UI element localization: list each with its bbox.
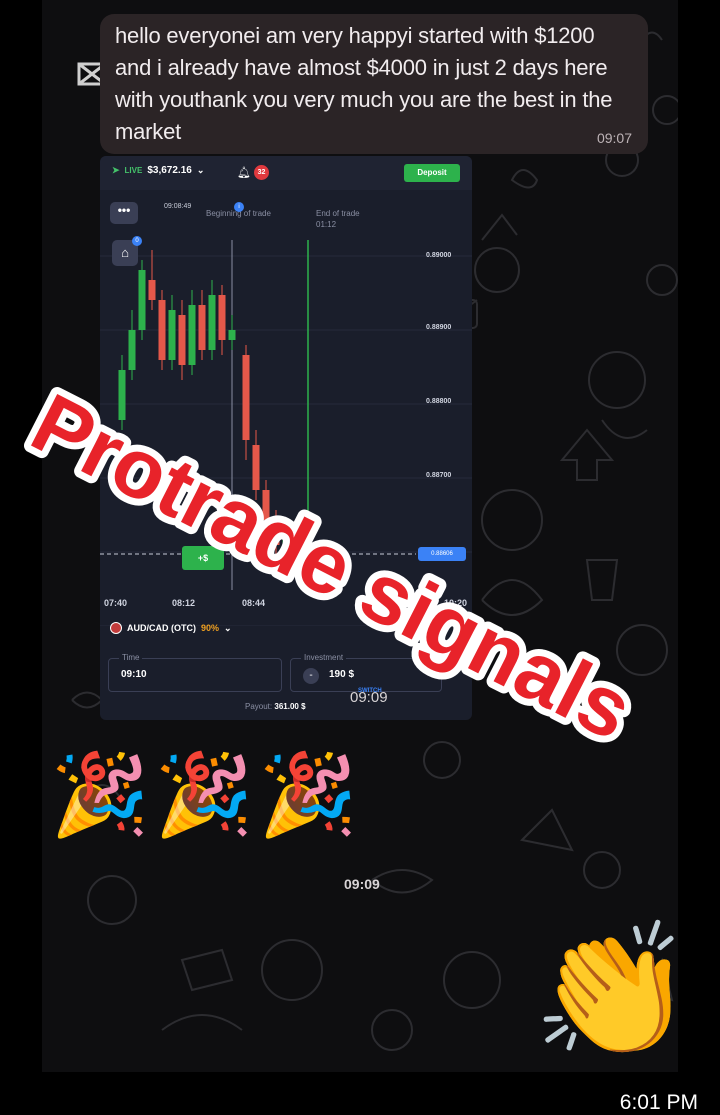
candle-body — [252, 445, 260, 490]
investment-label: Investment — [301, 653, 347, 662]
candlestick-chart — [100, 240, 472, 626]
screenshot-time: 09:09 — [350, 689, 388, 706]
message-text: hello everyonei am very happyi started w… — [115, 23, 613, 144]
candle-body — [198, 305, 206, 350]
party-popper-emoji: 🎉 — [258, 750, 358, 839]
chart-clock: 09:08:49 — [164, 203, 192, 210]
time-field[interactable]: Time 09:10 — [108, 653, 282, 692]
candle-body — [138, 270, 146, 330]
candle-body — [158, 300, 166, 360]
current-price-tag: 0.88606 — [418, 547, 466, 561]
balance-value: $3,672.16 — [147, 165, 192, 176]
trading-screenshot[interactable]: ➤ LIVE $3,672.16 ⌄ 🔔︎ 32 Deposit ••• ⌂ 0… — [100, 156, 472, 720]
y-tick-label: 0.88800 — [426, 398, 452, 405]
candle-body — [118, 370, 126, 420]
investment-field[interactable]: Investment - 190 $ — [290, 653, 442, 692]
bell-icon[interactable]: 🔔︎ — [237, 166, 251, 179]
candle-body — [282, 540, 290, 550]
time-label: Time — [119, 653, 143, 662]
message-time: 09:07 — [596, 130, 632, 146]
x-tick-label: 08:12 — [172, 598, 196, 608]
payout-label: Payout: — [245, 702, 273, 711]
deposit-button[interactable]: Deposit — [404, 164, 460, 182]
candle-body — [188, 305, 196, 365]
y-tick-label: 0.89000 — [426, 252, 452, 259]
party-popper-emoji: 🎉 — [50, 750, 150, 839]
candle-body — [228, 330, 236, 340]
send-icon: ➤ — [112, 165, 120, 175]
candle-body — [218, 295, 226, 340]
y-tick-label: 0.88900 — [426, 324, 452, 331]
clapping-hands-emoji: 👏 — [532, 917, 678, 1063]
trade-marker: +$ — [182, 546, 224, 570]
candle-body — [262, 490, 270, 520]
x-tick-label: 08:44 — [242, 598, 266, 608]
chevron-down-icon: ⌄ — [196, 165, 205, 175]
payout-row: Payout: 361.00 $ — [245, 702, 306, 711]
end-of-trade-label: End of trade 01:12 — [316, 208, 360, 230]
message-bubble: hello everyonei am very happyi started w… — [100, 14, 648, 154]
chart-menu-button[interactable]: ••• — [110, 202, 138, 224]
live-tag: LIVE — [124, 166, 143, 175]
account-balance[interactable]: ➤ LIVE $3,672.16 ⌄ — [112, 165, 204, 176]
candle-body — [128, 330, 136, 370]
decrease-button[interactable]: - — [303, 668, 319, 684]
y-tick-label: 0.88700 — [426, 472, 452, 479]
end-of-trade-time: 01:12 — [316, 220, 337, 229]
home-badge: 0 — [132, 236, 142, 246]
status-bar-time: 6:01 PM — [619, 1091, 698, 1114]
end-of-trade-title: End of trade — [316, 209, 360, 218]
party-popper-emoji: 🎉 — [154, 750, 254, 839]
candle-body — [272, 525, 280, 545]
candle-body — [242, 355, 250, 440]
payout-value: 361.00 $ — [274, 702, 306, 711]
asset-selector[interactable]: AUD/CAD (OTC) 90% ⌄ — [110, 622, 232, 634]
x-tick-label: 10:20 — [444, 598, 468, 608]
candle-body — [208, 295, 216, 350]
candle-body — [178, 315, 186, 365]
bottom-bar-left — [0, 1080, 255, 1115]
candle-body — [148, 280, 156, 300]
flag-icon — [110, 622, 122, 634]
chevron-down-icon: ⌄ — [224, 622, 232, 633]
emoji-message-time: 09:09 — [344, 876, 380, 892]
notification-badge: 32 — [254, 165, 269, 180]
asset-pair: AUD/CAD (OTC) — [127, 623, 196, 633]
info-icon: i — [234, 202, 244, 212]
time-value: 09:10 — [121, 669, 147, 680]
asset-payout-percent: 90% — [201, 623, 220, 633]
candle-body — [168, 310, 176, 360]
chat-background: hello everyonei am very happyi started w… — [42, 0, 678, 1072]
trading-topbar: ➤ LIVE $3,672.16 ⌄ 🔔︎ 32 Deposit — [100, 156, 472, 190]
investment-value: 190 $ — [329, 669, 355, 680]
x-tick-label: 07:40 — [104, 598, 128, 608]
